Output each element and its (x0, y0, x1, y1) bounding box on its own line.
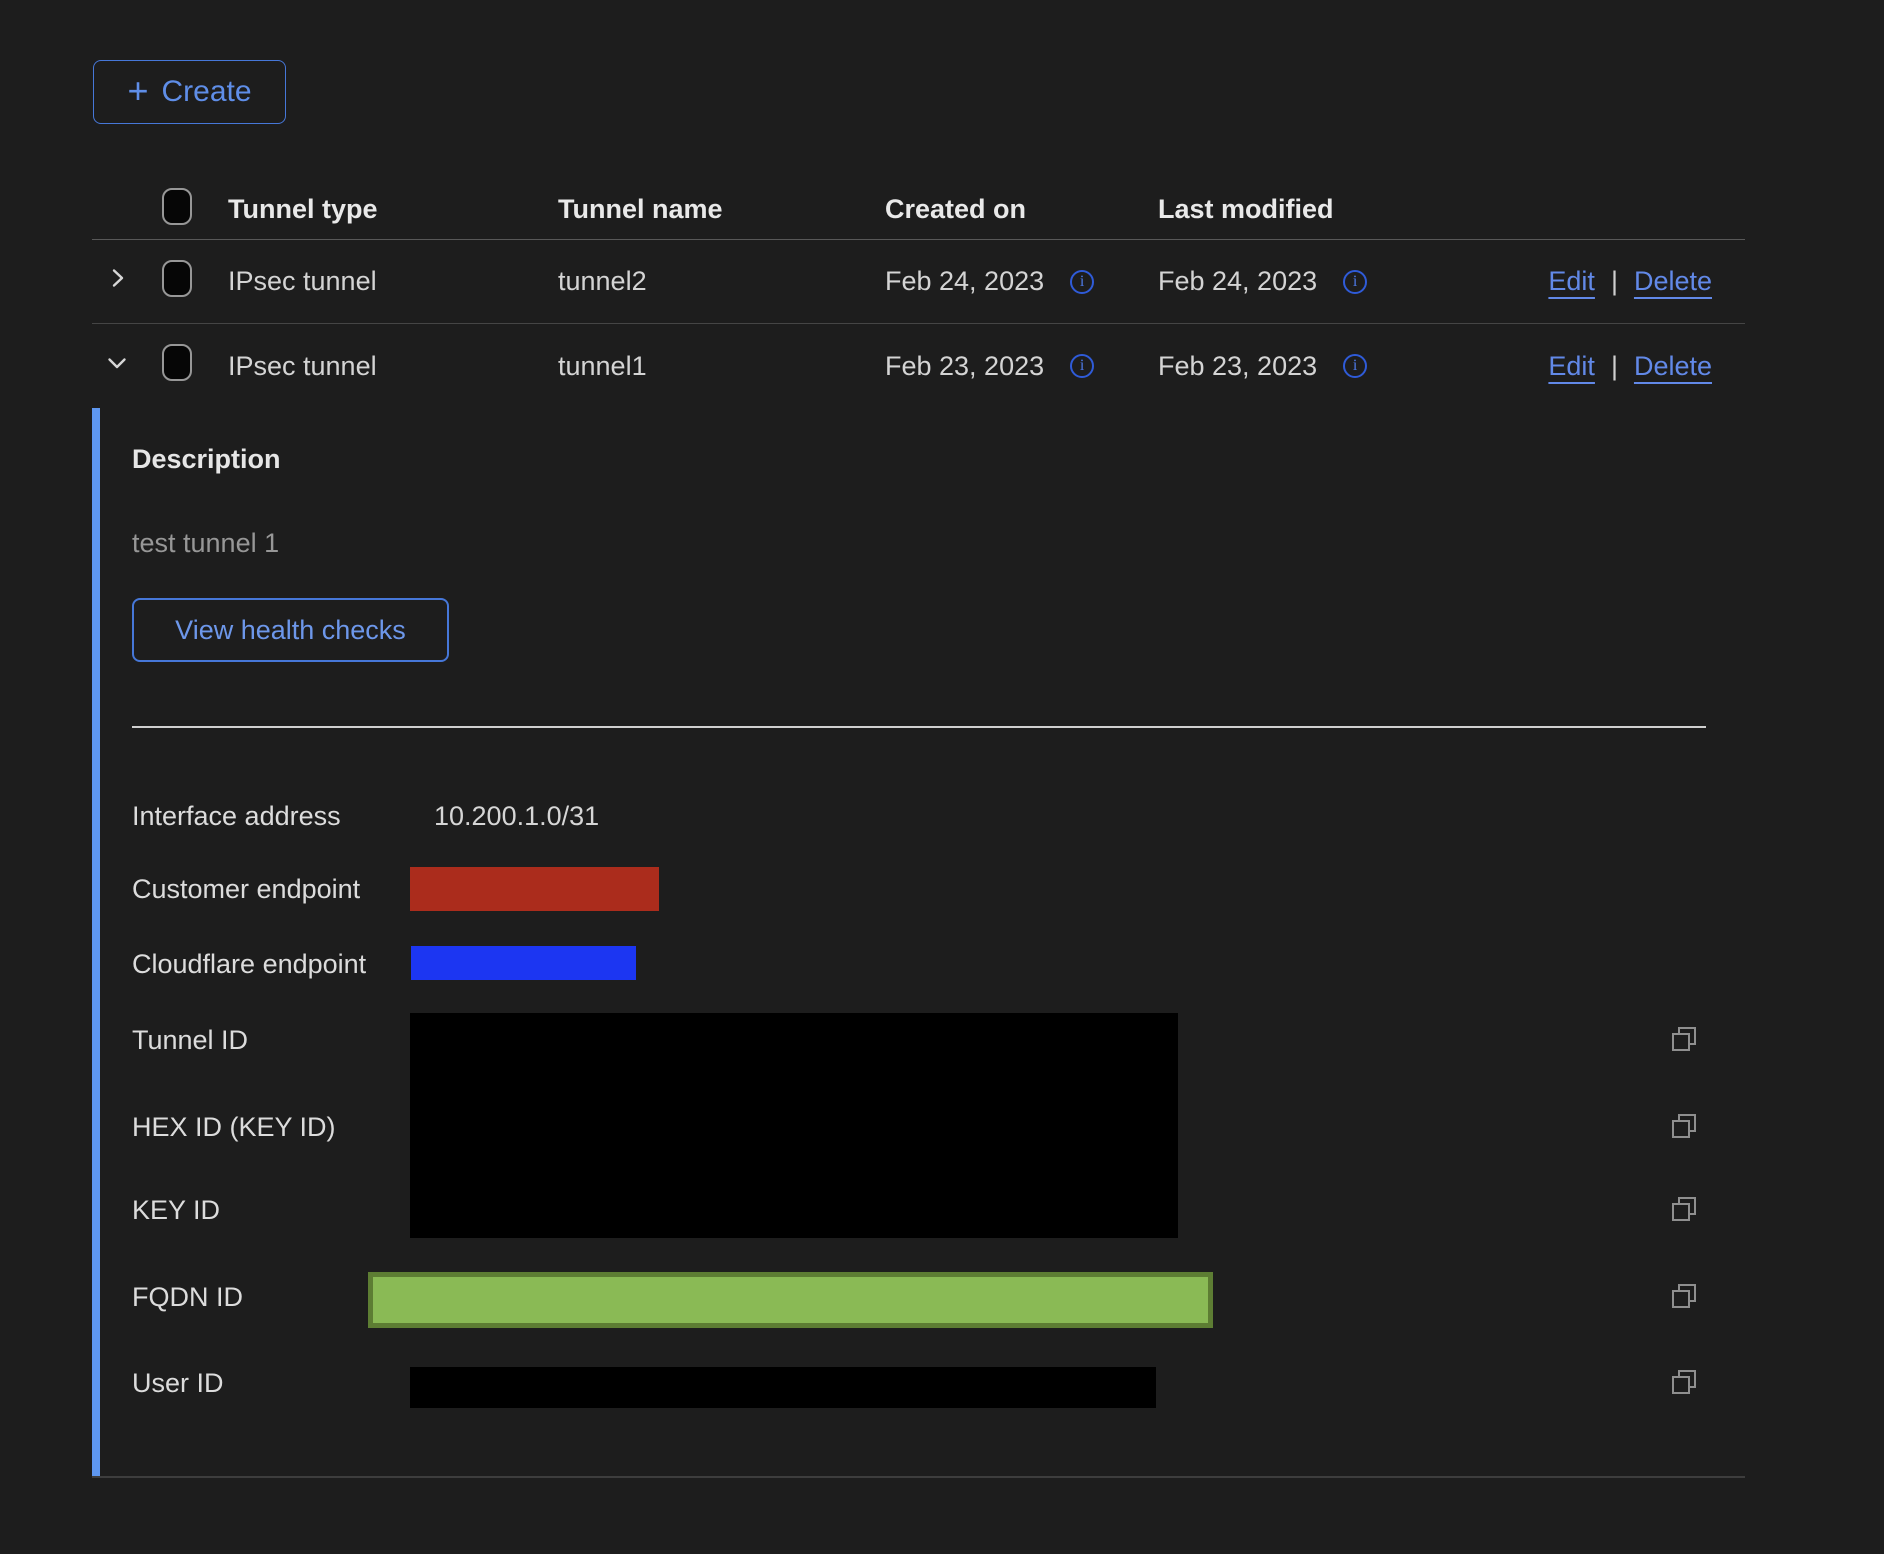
created-on-cell: Feb 23, 2023 (885, 351, 1044, 382)
plus-icon: + (127, 73, 148, 109)
cloudflare-endpoint-redacted-value (411, 946, 636, 980)
description-label: Description (132, 444, 281, 475)
edit-link[interactable]: Edit (1548, 351, 1595, 382)
customer-endpoint-label: Customer endpoint (132, 873, 360, 905)
table-bottom-border (92, 1476, 1745, 1478)
info-icon[interactable]: i (1070, 354, 1094, 378)
view-health-checks-button[interactable]: View health checks (132, 598, 449, 662)
action-separator: | (1611, 351, 1618, 382)
last-modified-cell: Feb 24, 2023 (1158, 266, 1317, 297)
last-modified-cell: Feb 23, 2023 (1158, 351, 1317, 382)
copy-icon[interactable] (1666, 1279, 1702, 1315)
description-value: test tunnel 1 (132, 528, 279, 559)
fqdn-id-redacted-value (368, 1272, 1213, 1328)
tunnel-id-label: Tunnel ID (132, 1024, 248, 1056)
create-button[interactable]: + Create (93, 60, 286, 124)
column-header-created-on: Created on (885, 194, 1158, 225)
table-row-tunnel1: IPsec tunnel tunnel1 Feb 23, 2023 i Feb … (92, 324, 1745, 408)
select-all-checkbox[interactable] (162, 188, 192, 225)
column-header-tunnel-type: Tunnel type (228, 194, 558, 225)
row-checkbox[interactable] (162, 344, 192, 381)
column-header-tunnel-name: Tunnel name (558, 194, 885, 225)
expanded-indicator-bar (92, 408, 100, 1478)
chevron-right-icon[interactable] (104, 265, 130, 291)
copy-icon[interactable] (1666, 1109, 1702, 1145)
tunnels-page: + Create Tunnel type Tunnel name Created… (0, 0, 1884, 1554)
created-on-cell: Feb 24, 2023 (885, 266, 1044, 297)
table-row-tunnel2: IPsec tunnel tunnel2 Feb 24, 2023 i Feb … (92, 240, 1745, 324)
tunnel-name-cell: tunnel1 (558, 351, 885, 382)
user-id-label: User ID (132, 1367, 224, 1399)
fqdn-id-label: FQDN ID (132, 1281, 243, 1313)
tunnels-table: Tunnel type Tunnel name Created on Last … (92, 180, 1745, 408)
delete-link[interactable]: Delete (1634, 266, 1712, 297)
info-icon[interactable]: i (1070, 270, 1094, 294)
copy-icon[interactable] (1666, 1192, 1702, 1228)
table-header-row: Tunnel type Tunnel name Created on Last … (92, 180, 1745, 240)
section-divider (132, 726, 1706, 728)
hex-id-label: HEX ID (KEY ID) (132, 1111, 336, 1143)
interface-address-value: 10.200.1.0/31 (434, 800, 599, 832)
copy-icon[interactable] (1666, 1365, 1702, 1401)
key-id-label: KEY ID (132, 1194, 220, 1226)
cloudflare-endpoint-label: Cloudflare endpoint (132, 948, 366, 980)
user-id-redacted-value (410, 1367, 1156, 1408)
chevron-down-icon[interactable] (104, 350, 130, 376)
copy-icon[interactable] (1666, 1022, 1702, 1058)
tunnel-type-cell: IPsec tunnel (228, 351, 558, 382)
edit-link[interactable]: Edit (1548, 266, 1595, 297)
ids-redacted-value-block (410, 1013, 1178, 1238)
info-icon[interactable]: i (1343, 270, 1367, 294)
action-separator: | (1611, 266, 1618, 297)
info-icon[interactable]: i (1343, 354, 1367, 378)
delete-link[interactable]: Delete (1634, 351, 1712, 382)
row-checkbox[interactable] (162, 260, 192, 297)
customer-endpoint-redacted-value (410, 867, 659, 911)
tunnel-name-cell: tunnel2 (558, 266, 885, 297)
column-header-last-modified: Last modified (1158, 194, 1538, 225)
expanded-row-panel: Description test tunnel 1 View health ch… (92, 408, 1745, 1478)
tunnel-type-cell: IPsec tunnel (228, 266, 558, 297)
create-button-label: Create (161, 75, 251, 109)
interface-address-label: Interface address (132, 800, 341, 832)
